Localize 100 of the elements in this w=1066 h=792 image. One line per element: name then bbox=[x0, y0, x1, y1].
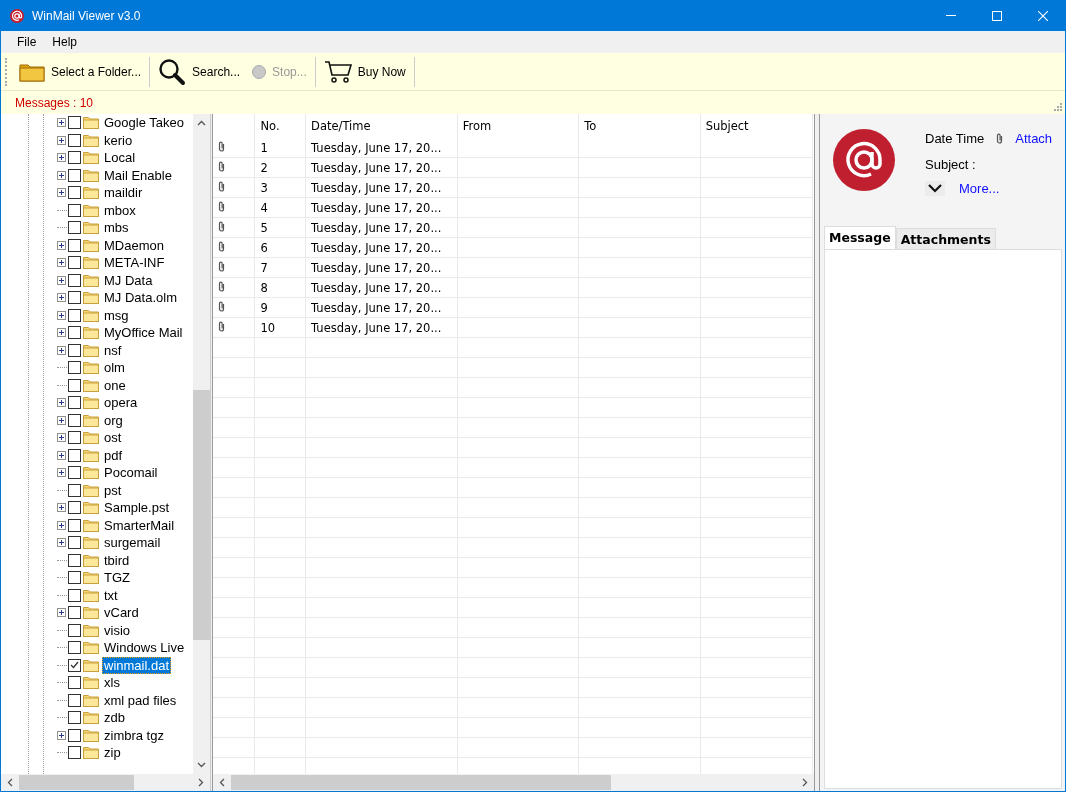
expand-icon[interactable] bbox=[57, 310, 66, 320]
folder-label[interactable]: maildir bbox=[102, 184, 145, 202]
folder-label[interactable]: kerio bbox=[102, 131, 135, 149]
maximize-icon[interactable] bbox=[992, 10, 1002, 21]
checkbox[interactable] bbox=[68, 693, 81, 707]
folder-label[interactable]: zip bbox=[102, 744, 123, 762]
expand-icon[interactable] bbox=[57, 118, 66, 128]
folder-label[interactable]: Google Takeo bbox=[102, 114, 186, 132]
checkbox[interactable] bbox=[68, 221, 81, 235]
folder-label[interactable]: msg bbox=[102, 306, 131, 324]
folder-label[interactable]: MDaemon bbox=[102, 236, 166, 254]
checkbox[interactable] bbox=[68, 308, 81, 322]
expand-icon[interactable] bbox=[57, 608, 66, 618]
column-header[interactable]: Date/Time bbox=[305, 114, 458, 138]
folder-label[interactable]: Sample.pst bbox=[102, 499, 172, 517]
folder-label[interactable]: TGZ bbox=[102, 569, 132, 587]
attachment-link[interactable]: Attach bbox=[1015, 131, 1053, 146]
checkbox[interactable] bbox=[68, 186, 81, 200]
checkbox[interactable] bbox=[68, 326, 81, 340]
close-icon[interactable] bbox=[1038, 10, 1048, 21]
checkbox[interactable] bbox=[68, 343, 81, 357]
folder-label[interactable]: one bbox=[102, 376, 128, 394]
checkbox[interactable] bbox=[68, 536, 81, 550]
folder-label[interactable]: zimbra tgz bbox=[102, 726, 166, 744]
folder-label[interactable]: vCard bbox=[102, 604, 141, 622]
vertical-scrollbar[interactable] bbox=[193, 114, 210, 774]
folder-label[interactable]: tbird bbox=[102, 551, 132, 569]
checkbox[interactable] bbox=[68, 413, 81, 427]
expand-icon[interactable] bbox=[57, 170, 66, 180]
folder-label[interactable]: pst bbox=[102, 481, 124, 499]
expand-icon[interactable] bbox=[57, 328, 66, 338]
checkbox[interactable] bbox=[68, 711, 81, 725]
folder-label[interactable]: MJ Data.olm bbox=[102, 289, 179, 307]
column-header[interactable]: To bbox=[578, 114, 701, 138]
folder-label[interactable]: Pocomail bbox=[102, 464, 160, 482]
folder-label[interactable]: MJ Data bbox=[102, 271, 155, 289]
checkbox[interactable] bbox=[68, 588, 81, 602]
expand-icon[interactable] bbox=[57, 188, 66, 198]
folder-label[interactable]: zdb bbox=[102, 709, 127, 727]
checkbox[interactable] bbox=[68, 431, 81, 445]
column-header[interactable]: No. bbox=[255, 114, 306, 138]
expand-icon[interactable] bbox=[57, 345, 66, 355]
scroll-right-icon[interactable] bbox=[198, 778, 204, 787]
folder-label[interactable]: MyOffice Mail bbox=[102, 324, 185, 342]
scroll-up-icon[interactable] bbox=[197, 120, 206, 126]
checkbox[interactable] bbox=[68, 483, 81, 497]
expand-icon[interactable] bbox=[57, 520, 66, 530]
menu-item[interactable]: Help bbox=[44, 33, 86, 51]
folder-label[interactable]: txt bbox=[102, 586, 120, 604]
checkbox[interactable] bbox=[68, 501, 81, 515]
checkbox[interactable] bbox=[68, 238, 81, 252]
checkbox[interactable] bbox=[68, 378, 81, 392]
tab[interactable]: Message bbox=[824, 226, 896, 249]
expand-icon[interactable] bbox=[57, 275, 66, 285]
folder-label[interactable]: Mail Enable bbox=[102, 166, 174, 184]
expand-icon[interactable] bbox=[57, 398, 66, 408]
column-header[interactable]: From bbox=[457, 114, 579, 138]
chevron-down-icon[interactable] bbox=[925, 181, 945, 196]
folder-label[interactable]: olm bbox=[102, 359, 127, 377]
checkbox[interactable] bbox=[68, 518, 81, 532]
folder-label[interactable]: META-INF bbox=[102, 254, 167, 272]
checkbox[interactable] bbox=[68, 151, 81, 165]
folder-label[interactable]: Local bbox=[102, 149, 138, 167]
menu-item[interactable]: File bbox=[9, 33, 45, 51]
folder-label[interactable]: xml pad files bbox=[102, 691, 179, 709]
folder-label[interactable]: ost bbox=[102, 429, 124, 447]
toolbar-button[interactable]: Select a Folder... bbox=[13, 54, 148, 89]
checkbox[interactable] bbox=[68, 676, 81, 690]
expand-icon[interactable] bbox=[57, 433, 66, 443]
checkbox[interactable] bbox=[68, 116, 81, 130]
expand-icon[interactable] bbox=[57, 450, 66, 460]
scroll-left-icon[interactable] bbox=[7, 778, 13, 787]
tab[interactable]: Attachments bbox=[895, 228, 996, 249]
expand-icon[interactable] bbox=[57, 415, 66, 425]
expand-icon[interactable] bbox=[57, 240, 66, 250]
expand-icon[interactable] bbox=[57, 538, 66, 548]
folder-label[interactable]: winmail.dat bbox=[102, 656, 172, 674]
folder-label[interactable]: surgemail bbox=[102, 534, 163, 552]
folder-label[interactable]: opera bbox=[102, 394, 140, 412]
folder-label[interactable]: visio bbox=[102, 621, 132, 639]
checkbox[interactable] bbox=[68, 203, 81, 217]
folder-label[interactable]: SmarterMail bbox=[102, 516, 177, 534]
checkbox[interactable] bbox=[68, 291, 81, 305]
folder-label[interactable]: Windows Live bbox=[102, 639, 187, 657]
expand-icon[interactable] bbox=[57, 730, 66, 740]
checkbox[interactable] bbox=[68, 168, 81, 182]
checkbox[interactable] bbox=[68, 553, 81, 567]
folder-label[interactable]: nsf bbox=[102, 341, 124, 359]
toolbar-button[interactable]: Search... bbox=[152, 54, 247, 89]
expand-icon[interactable] bbox=[57, 258, 66, 268]
folder-label[interactable]: pdf bbox=[102, 446, 125, 464]
checkbox[interactable] bbox=[68, 571, 81, 585]
checkbox[interactable] bbox=[68, 133, 81, 147]
checkbox[interactable] bbox=[68, 361, 81, 375]
scroll-right-icon[interactable] bbox=[802, 778, 808, 787]
folder-label[interactable]: mbs bbox=[102, 219, 131, 237]
checkbox[interactable] bbox=[68, 623, 81, 637]
expand-icon[interactable] bbox=[57, 135, 66, 145]
checkbox[interactable] bbox=[68, 641, 81, 655]
checkbox[interactable] bbox=[68, 606, 81, 620]
